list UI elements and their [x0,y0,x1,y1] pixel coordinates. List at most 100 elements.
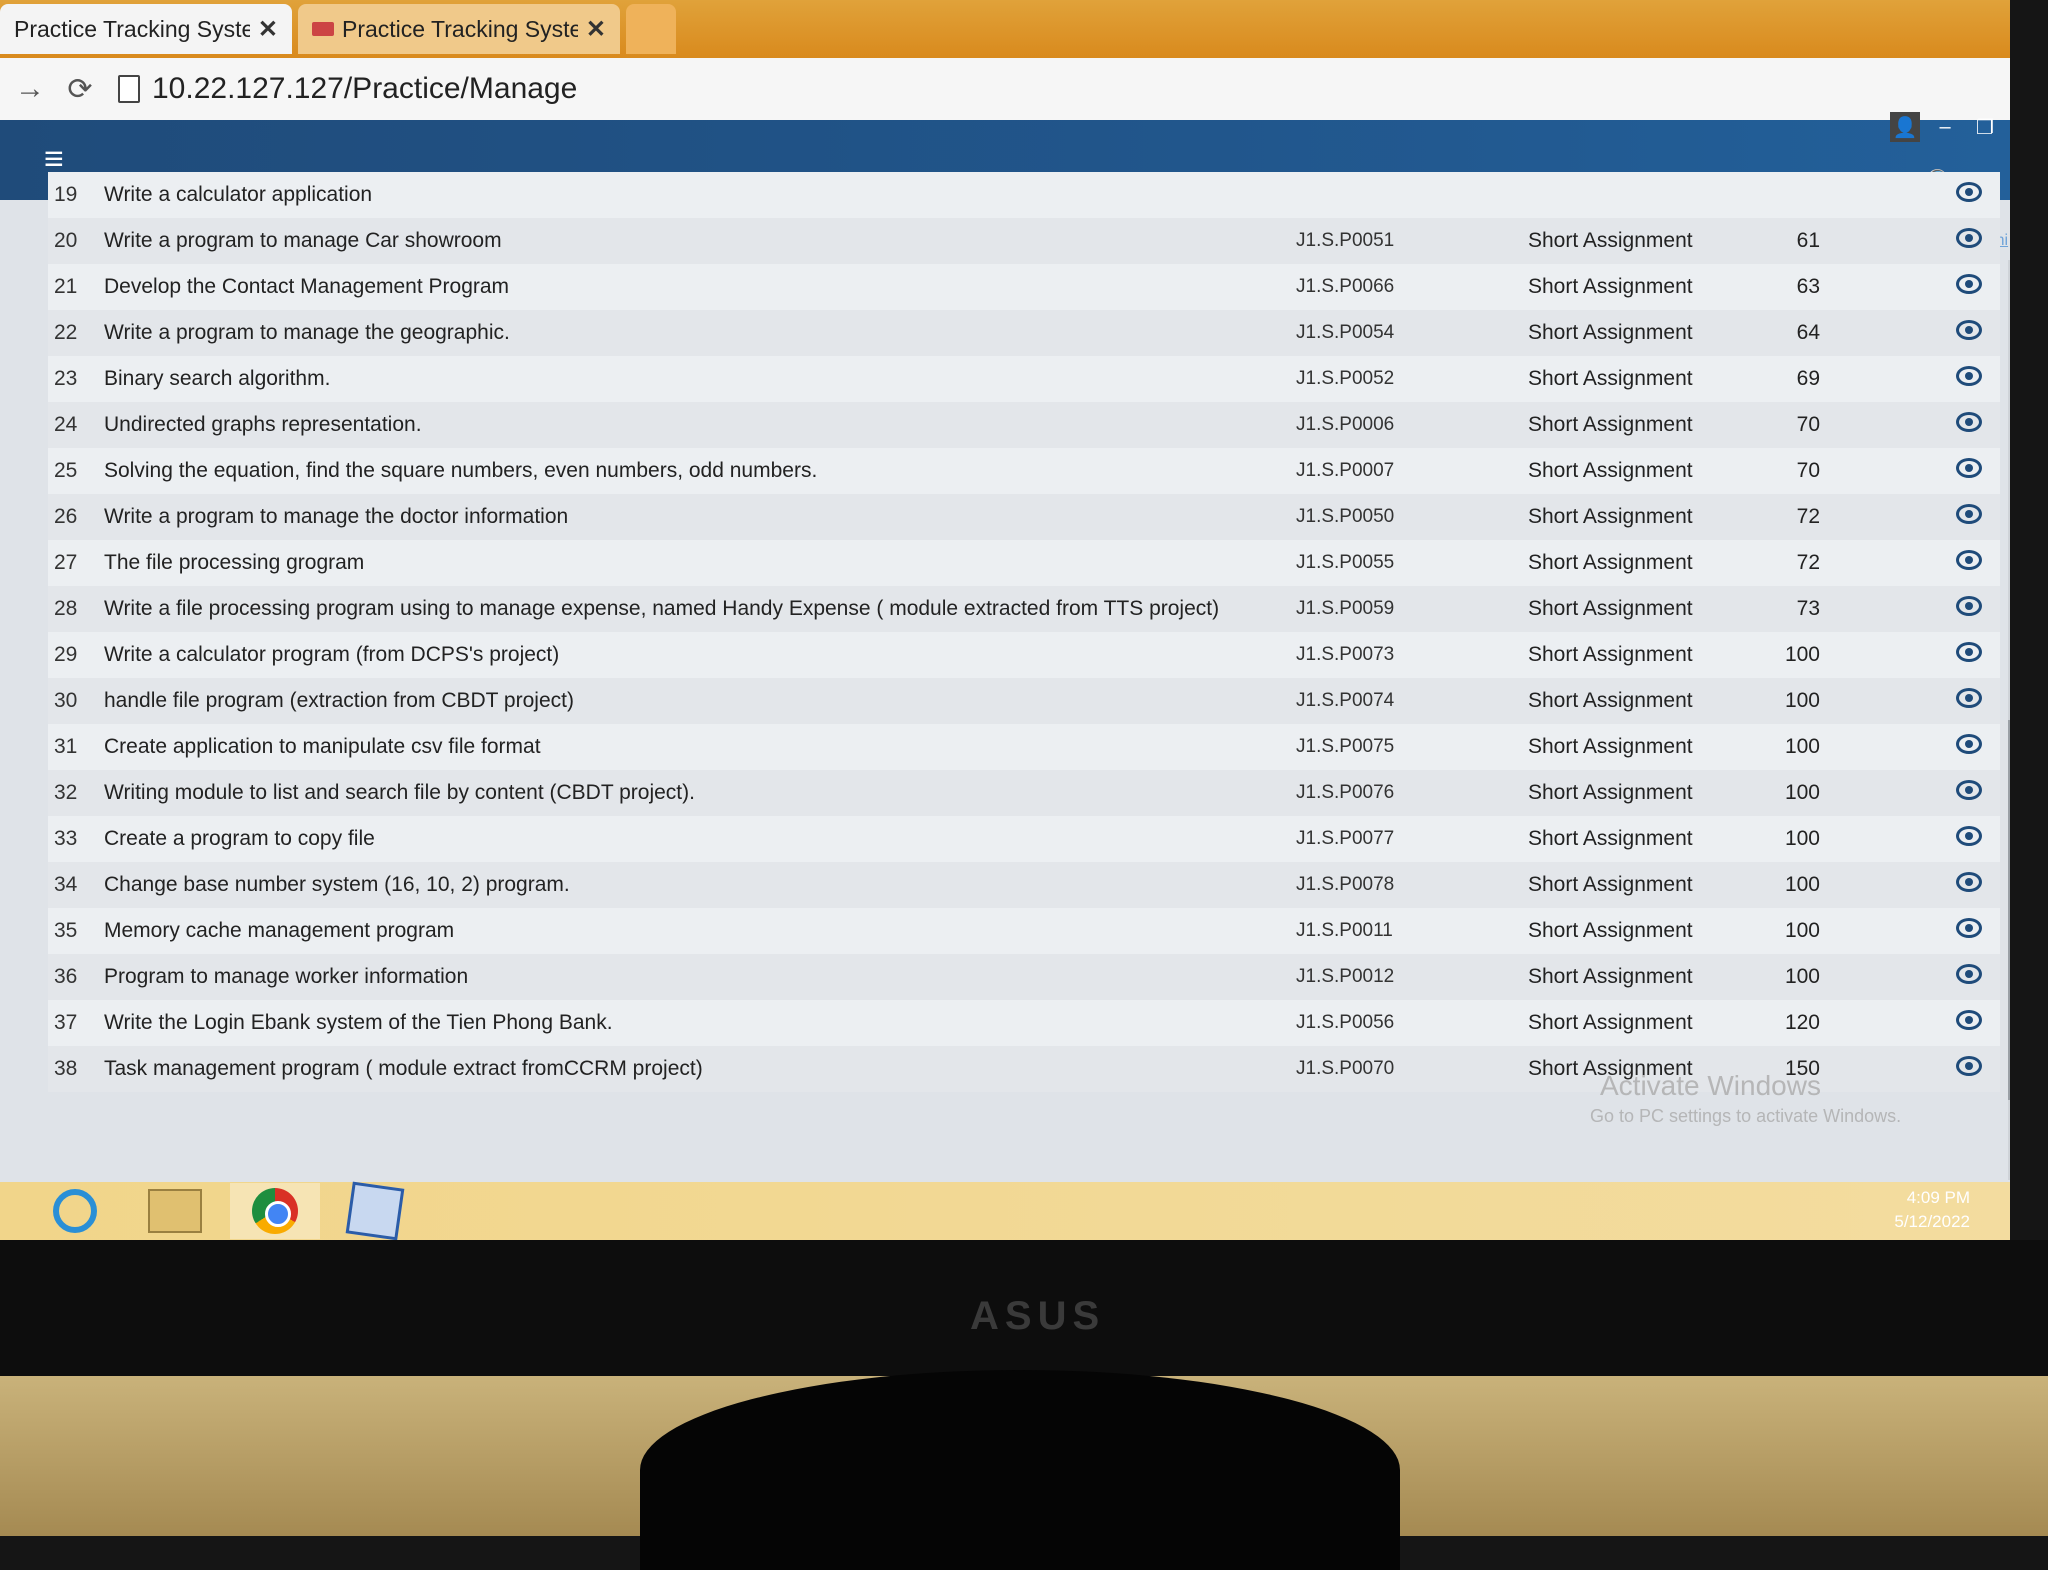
reload-icon[interactable]: ⟳ [60,69,100,109]
assignment-code: J1.S.P0074 [1296,690,1395,711]
row-actions [1860,724,2000,770]
view-eye-icon[interactable] [1956,458,1982,478]
assignment-title: Task management program ( module extract… [104,1057,703,1080]
assignment-title: Write a calculator program (from DCPS's … [104,643,560,666]
table-row: 36 Program to manage worker information J1… [48,954,2000,1000]
tab-practice-tracking[interactable]: Practice Tracking System ✕ [298,4,620,54]
url-field[interactable]: 10.22.127.127/Practice/Manage [118,65,2010,113]
chrome-icon[interactable] [230,1183,320,1239]
view-eye-icon[interactable] [1956,826,1982,846]
assignment-title: Write the Login Ebank system of the Tien… [104,1011,613,1034]
row-actions [1860,172,2000,218]
view-eye-icon[interactable] [1956,780,1982,800]
assignment-code: J1.S.P0006 [1296,414,1395,435]
close-tab-icon[interactable]: ✕ [586,15,606,44]
row-number: 24 [54,413,78,436]
tab-practice-tracking-active[interactable]: Practice Tracking System ✕ [0,4,292,54]
new-tab-button[interactable] [626,4,676,54]
view-eye-icon[interactable] [1956,228,1982,248]
user-profile-icon[interactable]: 👤 [1890,112,1920,142]
assignment-score: 64 [1796,321,1820,344]
row-actions [1860,908,2000,954]
assignment-code: J1.S.P0051 [1296,230,1395,251]
row-number: 32 [54,781,78,804]
assignment-title: Writing module to list and search file b… [104,781,695,804]
start-icon[interactable] [0,1183,20,1239]
assignment-type: Short Assignment [1528,229,1693,252]
scrollbar-thumb[interactable] [2008,720,2010,1100]
assignment-score: 100 [1784,827,1820,850]
file-explorer-icon[interactable] [130,1183,220,1239]
table-row: 22 Write a program to manage the geograph… [48,310,2000,356]
assignment-score: 100 [1784,781,1820,804]
row-actions [1860,770,2000,816]
assignment-score: 120 [1784,1011,1820,1034]
assignment-score [1734,172,1860,218]
row-actions [1860,678,2000,724]
assignment-title: Undirected graphs representation. [104,413,422,436]
row-actions [1860,954,2000,1000]
view-eye-icon[interactable] [1956,550,1982,570]
close-tab-icon[interactable]: ✕ [258,15,278,44]
assignment-title: Create a program to copy file [104,827,375,850]
view-eye-icon[interactable] [1956,596,1982,616]
row-number: 38 [54,1057,78,1080]
system-clock[interactable]: 4:09 PM 5/12/2022 [1894,1186,1970,1234]
row-number: 22 [54,321,78,344]
row-number: 26 [54,505,78,528]
assignment-title: Write a calculator application [104,183,373,206]
app-cube-icon[interactable] [330,1181,420,1240]
view-eye-icon[interactable] [1956,1056,1982,1076]
table-row: 24 Undirected graphs representation. J1.S.… [48,402,2000,448]
forward-icon[interactable]: → [10,69,50,109]
view-eye-icon[interactable] [1956,688,1982,708]
assignment-type: Short Assignment [1528,827,1693,850]
assignment-code: J1.S.P0052 [1296,368,1395,389]
assignment-type: Short Assignment [1528,597,1693,620]
assignment-type: Short Assignment [1528,781,1693,804]
assignment-score: 69 [1796,367,1820,390]
row-number: 35 [54,919,78,942]
row-number: 25 [54,459,78,482]
activate-windows-hint: Go to PC settings to activate Windows. [1590,1106,1902,1126]
assignment-type: Short Assignment [1528,919,1693,942]
row-actions [1860,540,2000,586]
row-actions [1860,218,2000,264]
assignment-title: Write a program to manage the doctor inf… [104,505,569,528]
view-eye-icon[interactable] [1956,182,1982,202]
internet-explorer-icon[interactable] [30,1183,120,1239]
view-eye-icon[interactable] [1956,504,1982,524]
row-number: 34 [54,873,78,896]
row-actions [1860,264,2000,310]
assignment-type: Short Assignment [1528,1011,1693,1034]
view-eye-icon[interactable] [1956,412,1982,432]
table-row: 20 Write a program to manage Car showroom… [48,218,2000,264]
minimize-icon[interactable]: – [1930,112,1960,142]
view-eye-icon[interactable] [1956,918,1982,938]
table-row: 30 handle file program (extraction from C… [48,678,2000,724]
view-eye-icon[interactable] [1956,734,1982,754]
table-row: 25 Solving the equation, find the square … [48,448,2000,494]
screen: Practice Tracking System ✕ Practice Trac… [0,0,2010,1240]
url-text: 10.22.127.127/Practice/Manage [152,72,578,105]
view-eye-icon[interactable] [1956,320,1982,340]
table-row: 21 Develop the Contact Management Program… [48,264,2000,310]
assignment-score: 100 [1784,873,1820,896]
view-eye-icon[interactable] [1956,366,1982,386]
row-actions [1860,402,2000,448]
table-row: 34 Change base number system (16, 10, 2) … [48,862,2000,908]
assignment-title: Write a program to manage Car showroom [104,229,502,252]
restore-icon[interactable]: ❐ [1970,112,2000,142]
assignment-score: 100 [1784,919,1820,942]
view-eye-icon[interactable] [1956,1010,1982,1030]
row-actions [1860,1046,2000,1092]
assignment-type: Short Assignment [1528,505,1693,528]
row-actions [1860,1000,2000,1046]
view-eye-icon[interactable] [1956,274,1982,294]
row-number: 33 [54,827,78,850]
view-eye-icon[interactable] [1956,964,1982,984]
view-eye-icon[interactable] [1956,872,1982,892]
assignment-score: 63 [1796,275,1820,298]
view-eye-icon[interactable] [1956,642,1982,662]
assignment-score: 61 [1796,229,1820,252]
